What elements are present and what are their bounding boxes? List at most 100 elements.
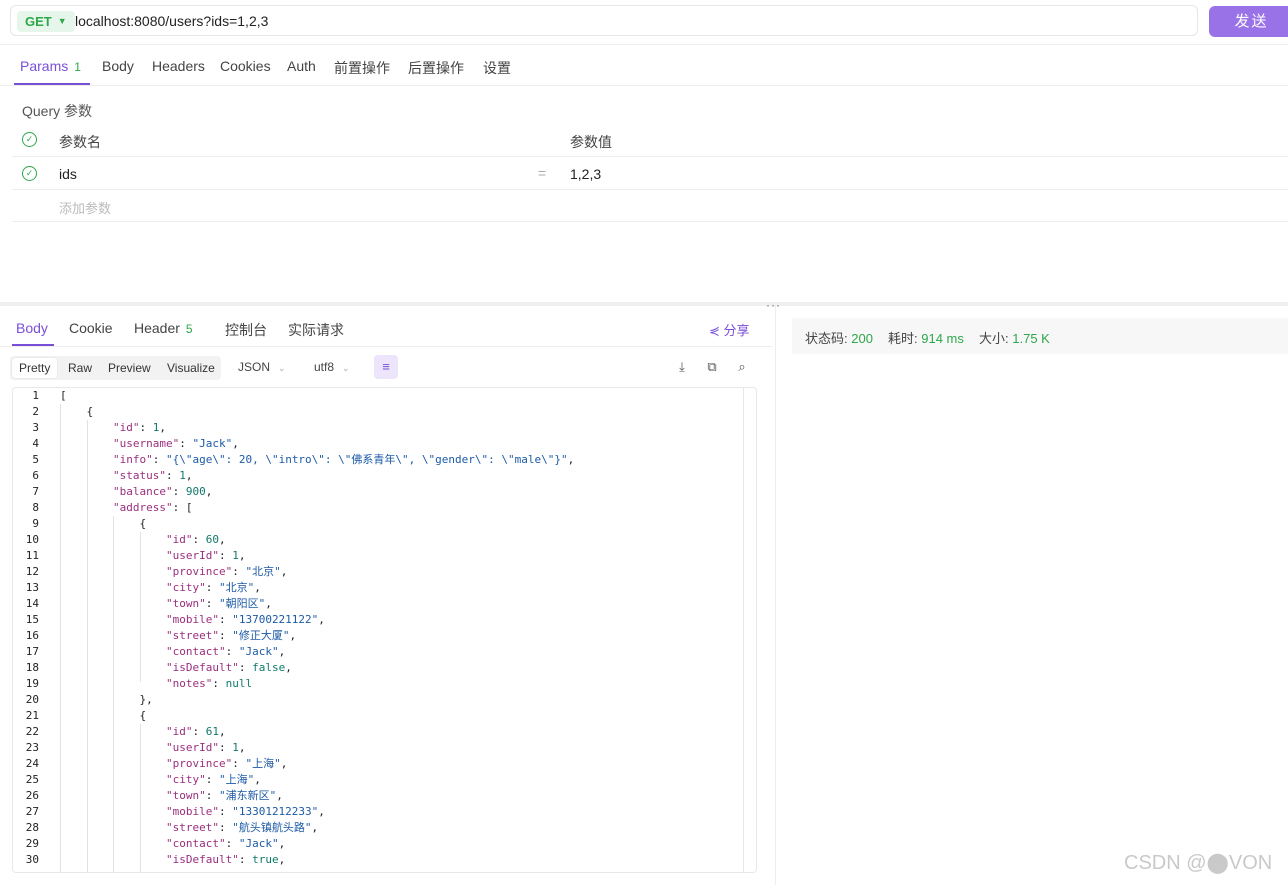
- word-wrap-icon[interactable]: ≡: [374, 355, 398, 379]
- code-line: [: [60, 389, 67, 402]
- code-line: "city": "上海",: [165, 773, 261, 786]
- vertical-scrollbar[interactable]: [743, 388, 744, 872]
- line-number: 26: [25, 789, 39, 802]
- view-pretty-button[interactable]: Pretty: [12, 358, 58, 378]
- status-code-value: 200: [851, 331, 873, 346]
- code-line: },: [60, 693, 153, 706]
- response-meta-panel: [775, 306, 1288, 885]
- line-number: 2: [32, 405, 39, 418]
- line-number: 8: [32, 501, 39, 514]
- tab-headers[interactable]: Headers: [152, 58, 205, 74]
- code-line: {: [60, 709, 147, 722]
- row-divider: [12, 189, 1288, 190]
- response-tab-body[interactable]: Body: [16, 320, 48, 336]
- share-button[interactable]: ⋞ 分享: [709, 320, 750, 339]
- status-code-label: 状态码:: [805, 331, 848, 346]
- code-line: "userId": 1,: [165, 741, 246, 754]
- param-value-input[interactable]: 1,2,3: [570, 166, 601, 182]
- line-number: 24: [25, 757, 39, 770]
- tab-pre-ops[interactable]: 前置操作: [334, 58, 390, 78]
- code-line: "balance": 900,: [112, 485, 213, 498]
- line-number: 13: [25, 581, 39, 594]
- chevron-down-icon: ▼: [57, 16, 67, 26]
- code-content: [ { "id": 1, "username": "Jack", "info":…: [60, 388, 574, 868]
- query-params-title: Query 参数: [22, 103, 93, 119]
- encoding-select-value: utf8: [314, 360, 335, 374]
- line-number: 22: [25, 725, 39, 738]
- line-number: 27: [25, 805, 39, 818]
- tab-auth[interactable]: Auth: [287, 58, 316, 74]
- encoding-select[interactable]: utf8 ⌄: [314, 360, 350, 374]
- code-line: "username": "Jack",: [112, 437, 239, 450]
- line-number: 15: [25, 613, 39, 626]
- code-line: "street": "修正大厦",: [165, 629, 297, 642]
- chevron-down-icon: ⌄: [342, 363, 350, 373]
- tab-settings[interactable]: 设置: [483, 58, 511, 78]
- add-param-input[interactable]: 添加参数: [59, 198, 111, 217]
- response-tab-cookie[interactable]: Cookie: [69, 320, 113, 336]
- code-line: "userId": 1,: [165, 549, 246, 562]
- code-line: "isDefault": false,: [165, 661, 292, 674]
- line-number: 18: [25, 661, 39, 674]
- tab-params-badge: 1: [74, 60, 81, 74]
- code-line: "province": "上海",: [165, 757, 288, 770]
- view-mode-group: Pretty Raw Preview Visualize: [10, 356, 221, 380]
- code-line: "town": "朝阳区",: [165, 597, 272, 610]
- param-name-input[interactable]: ids: [59, 166, 77, 182]
- code-line: "info": "{\"age\": 20, \"intro\": \"佛系青年…: [112, 453, 575, 466]
- line-number: 25: [25, 773, 39, 786]
- tab-params[interactable]: Params 1: [20, 58, 81, 74]
- tab-body[interactable]: Body: [102, 58, 134, 74]
- line-number: 12: [25, 565, 39, 578]
- url-bar[interactable]: GET ▼ localhost:8080/users?ids=1,2,3: [10, 5, 1198, 36]
- response-tab-console[interactable]: 控制台: [225, 320, 267, 340]
- response-tab-header[interactable]: Header 5: [134, 320, 193, 336]
- search-icon[interactable]: ⌕: [734, 359, 750, 375]
- line-number: 19: [25, 677, 39, 690]
- tab-post-ops[interactable]: 后置操作: [408, 58, 464, 78]
- method-label: GET: [25, 14, 52, 29]
- line-number: 21: [25, 709, 39, 722]
- param-enabled-checkbox[interactable]: ✓: [22, 166, 37, 181]
- download-icon[interactable]: ⤓: [674, 359, 690, 375]
- select-all-checkbox[interactable]: ✓: [22, 132, 37, 147]
- view-preview-button[interactable]: Preview: [101, 358, 158, 378]
- share-label: 分享: [723, 323, 750, 338]
- copy-icon[interactable]: ⧉: [704, 359, 720, 375]
- line-number: 3: [32, 421, 39, 434]
- code-line: "notes": null: [165, 677, 253, 690]
- response-tab-header-label: Header: [134, 320, 180, 336]
- line-number: 17: [25, 645, 39, 658]
- format-select[interactable]: JSON ⌄: [238, 360, 286, 374]
- url-input[interactable]: localhost:8080/users?ids=1,2,3: [75, 6, 268, 37]
- response-size-value: 1.75 K: [1012, 331, 1050, 346]
- response-tab-actual-request[interactable]: 实际请求: [288, 320, 344, 340]
- line-number: 10: [25, 533, 39, 546]
- method-select[interactable]: GET ▼: [17, 11, 75, 32]
- code-line: "province": "北京",: [165, 565, 288, 578]
- line-number: 30: [25, 853, 39, 866]
- line-number: 11: [25, 549, 39, 562]
- view-raw-button[interactable]: Raw: [61, 358, 99, 378]
- code-line: "street": "航头镇航头路",: [165, 821, 319, 834]
- divider: [0, 85, 1288, 86]
- line-number: 28: [25, 821, 39, 834]
- response-size: 大小: 1.75 K: [979, 328, 1050, 347]
- send-button[interactable]: 发送: [1209, 6, 1288, 37]
- line-number: 6: [32, 469, 39, 482]
- line-number: 29: [25, 837, 39, 850]
- response-size-label: 大小:: [979, 331, 1009, 346]
- chevron-down-icon: ⌄: [278, 363, 286, 373]
- code-line: "town": "浦东新区",: [165, 789, 283, 802]
- code-line: "mobile": "13700221122",: [165, 613, 325, 626]
- line-number: 1: [32, 389, 39, 402]
- line-number: 5: [32, 453, 39, 466]
- tab-cookies[interactable]: Cookies: [220, 58, 271, 74]
- response-status-bar: 状态码: 200 耗时: 914 ms 大小: 1.75 K: [792, 318, 1288, 354]
- view-visualize-button[interactable]: Visualize: [160, 358, 222, 378]
- response-time-label: 耗时:: [888, 331, 918, 346]
- code-line: "isDefault": true,: [165, 853, 286, 866]
- response-body-viewer[interactable]: 1 2 3 4 5 6 7 8 9 10 11 12 13 14 15 16 17 18 19 20 21 22 23 24 2…: [12, 387, 757, 873]
- share-icon: ⋞: [709, 323, 720, 338]
- line-number: 23: [25, 741, 39, 754]
